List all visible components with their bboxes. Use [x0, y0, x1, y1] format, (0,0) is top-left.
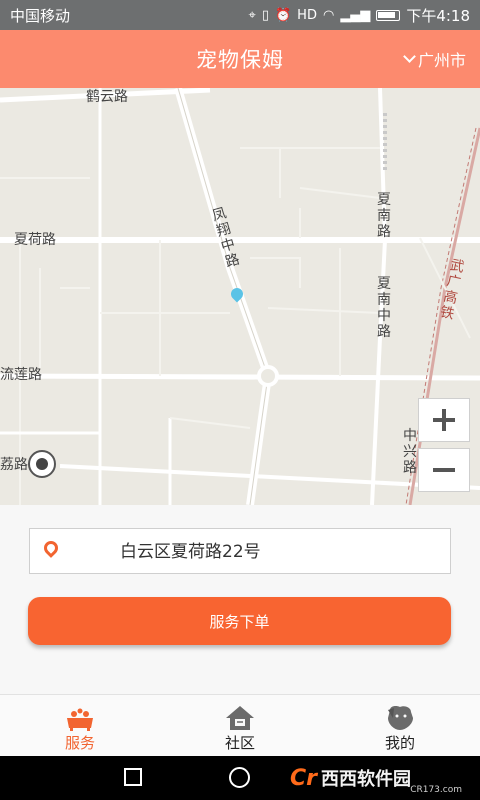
- my-location-button[interactable]: [28, 450, 56, 478]
- tab-service-label: 服务: [64, 734, 95, 752]
- tab-community-label: 社区: [224, 734, 255, 752]
- home-button-icon[interactable]: [229, 767, 250, 788]
- app-header: 宠物保姆 广州市: [0, 30, 480, 88]
- status-bar: 中国移动 ⌖ ▯ ⏰ HD ◠ ▂▄▆ 下午4:18: [0, 0, 480, 30]
- system-nav-bar: Cr 西西软件园 CR173.com: [0, 756, 480, 800]
- status-time: 下午4:18: [406, 6, 470, 25]
- location-icon: ⌖: [248, 7, 256, 23]
- wifi-icon: ◠: [322, 7, 335, 23]
- zoom-in-button[interactable]: [418, 398, 470, 442]
- address-field[interactable]: 白云区夏荷路22号: [29, 528, 451, 574]
- watermark-logo: Cr 西西软件园 CR173.com: [290, 759, 476, 797]
- watermark-sub: CR173.com: [410, 785, 462, 795]
- signal-icon: ▂▄▆: [340, 7, 371, 23]
- road-label-xianan-mid: 夏南中路: [377, 276, 391, 341]
- location-pin-icon: [41, 538, 61, 558]
- plus-icon: [433, 409, 455, 431]
- dog-icon: [384, 704, 416, 732]
- home-icon: [224, 704, 256, 732]
- order-service-button[interactable]: 服务下单: [28, 597, 451, 645]
- tab-community[interactable]: 社区: [160, 695, 320, 756]
- watermark-logo-mark: Cr: [290, 765, 317, 791]
- battery-icon: [376, 9, 401, 21]
- status-icons: ⌖ ▯ ⏰ HD ◠ ▂▄▆: [249, 8, 401, 23]
- page-title: 宠物保姆: [196, 48, 284, 72]
- city-selector[interactable]: 广州市: [403, 30, 466, 88]
- address-value: 白云区夏荷路22号: [120, 542, 261, 562]
- zoom-out-button[interactable]: [418, 448, 470, 492]
- road-label-heyun: 鹤云路: [86, 89, 128, 105]
- road-label-liulian: 流莲路: [0, 367, 42, 383]
- carrier-name: 中国移动: [10, 6, 71, 25]
- order-button-label: 服务下单: [209, 612, 270, 631]
- minus-icon: [433, 468, 455, 472]
- road-label-xiahe: 夏荷路: [14, 232, 56, 248]
- tab-mine-label: 我的: [384, 734, 415, 752]
- recents-icon[interactable]: [124, 768, 142, 786]
- tab-mine[interactable]: 我的: [320, 695, 480, 756]
- watermark-text: 西西软件园: [321, 769, 411, 790]
- chevron-down-icon: [403, 50, 416, 63]
- vibrate-icon: ▯: [261, 7, 269, 23]
- road-label-xianan: 夏南路: [377, 192, 391, 241]
- road-label-li: 荔路: [0, 457, 28, 473]
- bath-icon: [64, 704, 96, 732]
- city-label: 广州市: [417, 51, 466, 70]
- tab-service[interactable]: 服务: [0, 695, 160, 756]
- alarm-icon: ⏰: [274, 7, 292, 23]
- hd-icon: HD: [297, 7, 317, 23]
- bottom-tab-bar: 服务 社区 我的: [0, 694, 480, 756]
- road-label-zhongxing: 中兴路: [403, 428, 417, 477]
- map-view[interactable]: 鹤云路 夏荷路 凤翔中路 夏南路 夏南中路 流莲路 武广高铁 中兴路 荔路: [0, 88, 480, 505]
